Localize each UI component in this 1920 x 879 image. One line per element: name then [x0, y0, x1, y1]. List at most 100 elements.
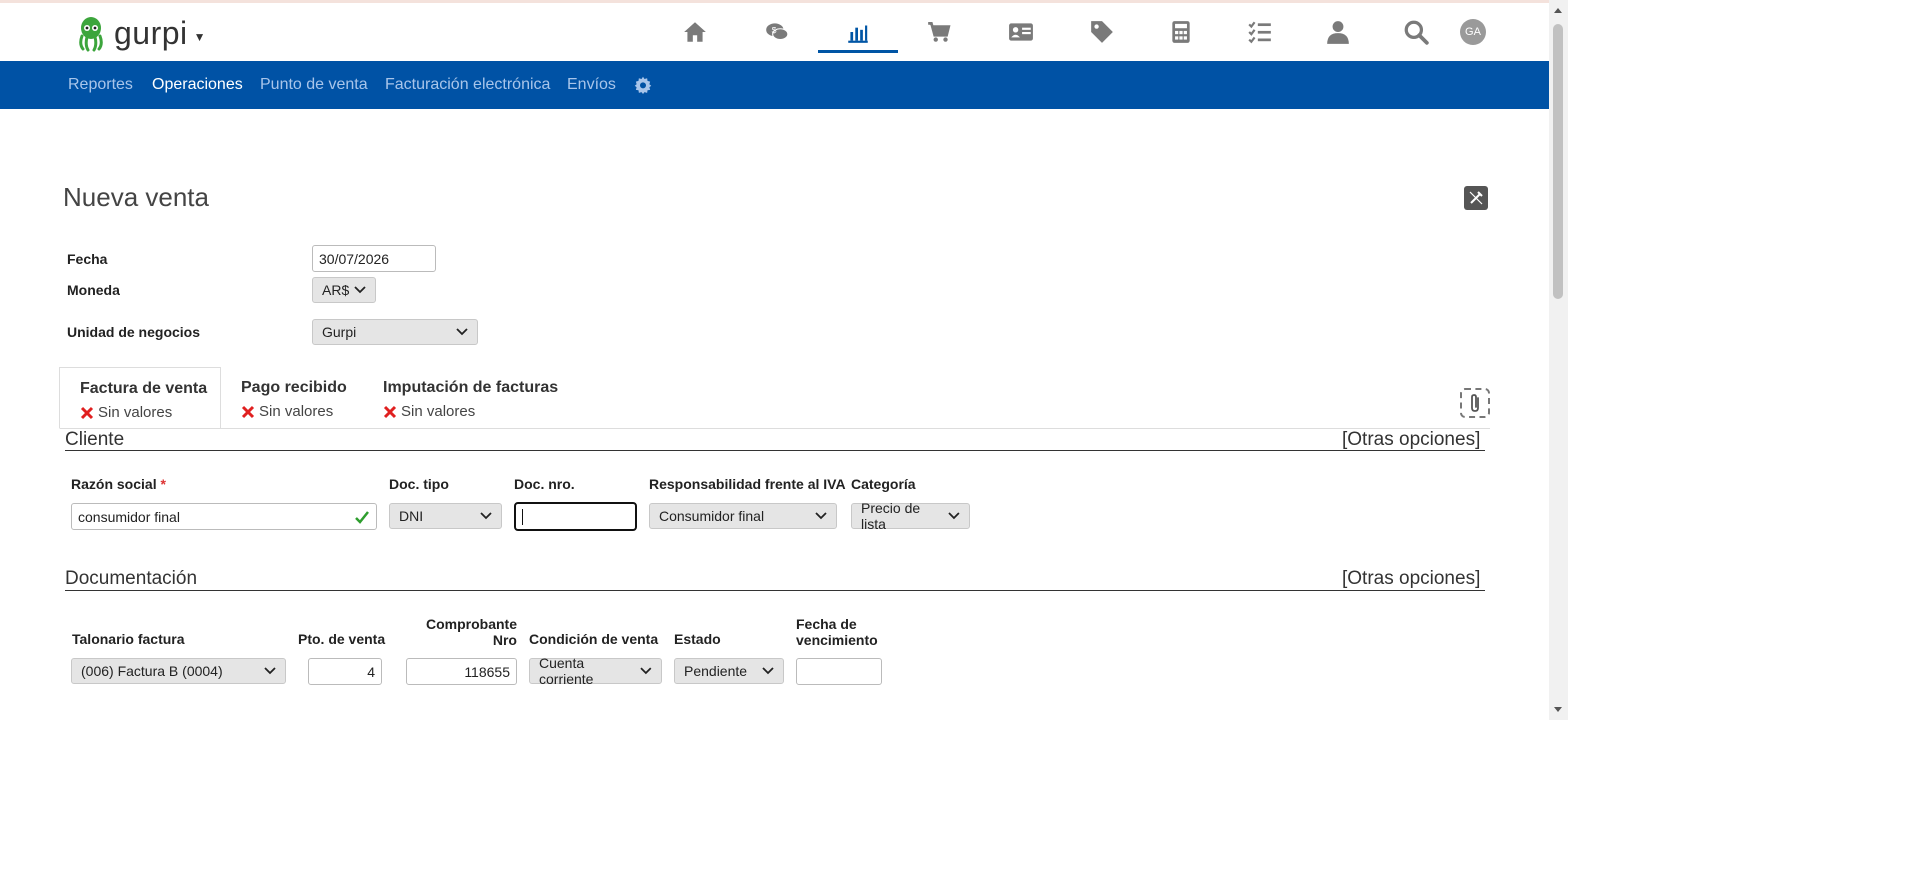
avatar[interactable]: GA: [1460, 19, 1486, 45]
svg-text:$: $: [772, 25, 777, 35]
vencimiento-label: Fecha de vencimiento: [796, 616, 878, 648]
nav-item-facturacion[interactable]: Facturación electrónica: [385, 76, 550, 94]
chevron-down-icon: [456, 328, 468, 336]
razon-social-label-text: Razón social: [71, 476, 157, 492]
condicion-value: Cuenta corriente: [539, 655, 594, 687]
chevron-down-icon: [264, 667, 276, 675]
chat-money-icon[interactable]: $: [760, 17, 794, 47]
edit-tool-icon[interactable]: [1464, 186, 1488, 210]
page-title: Nueva venta: [63, 182, 209, 212]
tab-title: Factura de venta: [80, 380, 208, 397]
doc-tipo-label: Doc. tipo: [389, 476, 449, 492]
cliente-section-title: Cliente: [65, 429, 125, 450]
chevron-down-icon: [948, 512, 960, 520]
tab-imputacion-de-facturas[interactable]: Imputación de facturas Sin valores: [363, 367, 578, 429]
nav-item-operaciones[interactable]: Operaciones: [152, 76, 243, 94]
comprobante-label-line2: Nro: [492, 632, 517, 648]
logo-dropdown-icon[interactable]: ▼: [194, 30, 206, 44]
documentacion-section-title: Documentación: [65, 568, 198, 589]
chevron-down-icon: [480, 512, 492, 520]
vencimiento-label-line1: Fecha de: [796, 616, 857, 632]
checklist-icon[interactable]: [1243, 17, 1277, 47]
unidad-label: Unidad de negocios: [67, 324, 201, 340]
categoria-select[interactable]: Precio de lista: [851, 500, 970, 532]
required-mark: *: [160, 476, 166, 492]
pto-venta-input[interactable]: 4: [308, 658, 382, 685]
tag-icon[interactable]: [1085, 17, 1119, 47]
cliente-other-options-link[interactable]: [Otras opciones]: [1342, 429, 1480, 451]
categoria-label: Categoría: [851, 476, 916, 492]
scrollbar-thumb[interactable]: [1553, 24, 1563, 299]
condicion-label: Condición de venta: [529, 631, 659, 647]
octopus-logo-icon: [79, 16, 103, 51]
tab-title: Pago recibido: [241, 379, 347, 396]
calculator-icon[interactable]: [1164, 17, 1198, 47]
chevron-down-icon: [762, 667, 774, 675]
razon-social-input[interactable]: consumidor final: [71, 503, 377, 530]
top-bar: gurpi ▼ $ GA: [0, 3, 1549, 61]
unidad-value: Gurpi: [322, 324, 357, 340]
comprobante-label-line1: Comprobante: [426, 616, 517, 632]
doc-nro-input[interactable]: [514, 502, 637, 531]
estado-value: Pendiente: [684, 663, 748, 679]
chart-icon[interactable]: [841, 17, 875, 47]
close-icon: [80, 406, 94, 419]
user-icon[interactable]: [1321, 17, 1355, 47]
moneda-value: AR$: [322, 282, 350, 298]
iva-select[interactable]: Consumidor final: [649, 503, 837, 529]
pto-venta-label: Pto. de venta: [298, 631, 386, 647]
comprobante-label: Comprobante Nro: [420, 616, 517, 648]
paperclip-icon[interactable]: [1460, 388, 1490, 418]
iva-label: Responsabilidad frente al IVA: [649, 476, 846, 492]
gear-icon[interactable]: [634, 76, 652, 94]
documentacion-other-options-link[interactable]: [Otras opciones]: [1342, 568, 1480, 590]
fecha-label: Fecha: [67, 251, 108, 267]
moneda-select[interactable]: AR$: [312, 277, 376, 303]
tab-title: Imputación de facturas: [383, 379, 559, 396]
text-cursor: [522, 508, 523, 525]
scroll-down-icon[interactable]: [1553, 706, 1563, 714]
chevron-down-icon: [815, 512, 827, 520]
search-icon[interactable]: [1399, 17, 1433, 47]
condicion-select[interactable]: Cuenta corriente: [529, 655, 662, 687]
logo-text: gurpi: [114, 15, 188, 51]
nav-item-punto-de-venta[interactable]: Punto de venta: [260, 76, 368, 94]
talonario-value: (006) Factura B (0004): [81, 663, 223, 679]
doc-tipo-value: DNI: [399, 508, 424, 524]
tab-pago-recibido[interactable]: Pago recibido Sin valores: [221, 367, 367, 429]
unidad-select[interactable]: Gurpi: [312, 319, 478, 345]
vencimiento-input[interactable]: [796, 658, 882, 685]
close-icon: [241, 405, 255, 418]
main-nav: Reportes Operaciones Punto de venta Fact…: [0, 61, 1549, 109]
talonario-label: Talonario factura: [72, 631, 185, 647]
scroll-up-icon[interactable]: [1553, 6, 1563, 14]
documentacion-divider: [65, 590, 1485, 591]
check-icon: [355, 511, 369, 524]
talonario-select[interactable]: (006) Factura B (0004): [71, 658, 286, 684]
tab-status: Sin valores: [401, 403, 476, 420]
estado-select[interactable]: Pendiente: [674, 658, 784, 684]
cart-icon[interactable]: [922, 17, 956, 47]
chevron-down-icon: [640, 667, 652, 675]
nav-item-reportes[interactable]: Reportes: [68, 76, 133, 94]
doc-nro-label: Doc. nro.: [514, 476, 575, 492]
app-logo[interactable]: gurpi ▼: [76, 15, 206, 52]
nav-item-envios[interactable]: Envíos: [567, 76, 616, 94]
tabs-divider: [60, 428, 1490, 429]
home-icon[interactable]: [678, 17, 712, 47]
close-icon: [383, 405, 397, 418]
fecha-input[interactable]: 30/07/2026: [312, 245, 436, 272]
tab-status: Sin valores: [259, 403, 334, 420]
doc-tipo-select[interactable]: DNI: [389, 503, 502, 529]
iva-value: Consumidor final: [659, 508, 765, 524]
razon-social-label: Razón social *: [71, 476, 166, 492]
tab-factura-de-venta[interactable]: Factura de venta Sin valores: [59, 367, 221, 429]
razon-social-value: consumidor final: [78, 508, 180, 525]
vencimiento-label-line2: vencimiento: [796, 632, 878, 648]
estado-label: Estado: [674, 631, 721, 647]
comprobante-input[interactable]: 118655: [406, 658, 517, 685]
cliente-divider: [65, 450, 1485, 451]
chevron-down-icon: [354, 286, 366, 294]
tab-status: Sin valores: [98, 404, 173, 421]
contact-card-icon[interactable]: [1004, 17, 1038, 47]
